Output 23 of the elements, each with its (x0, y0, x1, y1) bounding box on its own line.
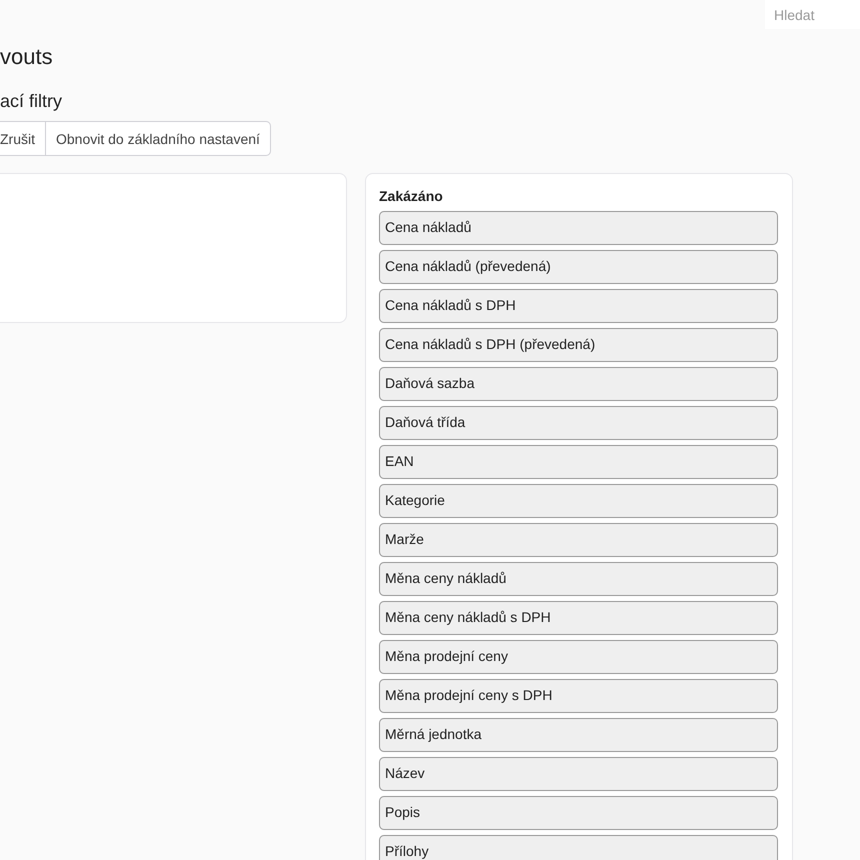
page-title: vouts (0, 43, 54, 71)
field-item[interactable]: Přílohy (379, 835, 778, 860)
field-item[interactable]: Cena nákladů (379, 211, 778, 245)
action-button[interactable]: Zrušit (0, 122, 46, 155)
field-item[interactable]: Kategorie (379, 484, 778, 518)
field-item[interactable]: Měna prodejní ceny (379, 640, 778, 674)
panel-title: Zakázáno (379, 188, 444, 204)
field-item[interactable]: Daňová sazba (379, 367, 778, 401)
field-item[interactable]: Měna ceny nákladů (379, 562, 778, 596)
field-item[interactable]: Cena nákladů (převedená) (379, 250, 778, 284)
field-item[interactable]: Popis (379, 796, 778, 830)
field-item[interactable]: EAN (379, 445, 778, 479)
field-item[interactable]: Cena nákladů s DPH (379, 289, 778, 323)
search-field[interactable]: Hledat (765, 0, 860, 29)
field-item[interactable]: Daňová třída (379, 406, 778, 440)
field-item[interactable]: Cena nákladů s DPH (převedená) (379, 328, 778, 362)
field-item[interactable]: Marže (379, 523, 778, 557)
action-button[interactable]: Obnovit do základního nastavení (46, 122, 270, 155)
field-item[interactable]: Měna ceny nákladů s DPH (379, 601, 778, 635)
field-item[interactable]: Měrná jednotka (379, 718, 778, 752)
section-title: ací filtry (0, 90, 64, 113)
field-item[interactable]: Název (379, 757, 778, 791)
field-item[interactable]: Měna prodejní ceny s DPH (379, 679, 778, 713)
